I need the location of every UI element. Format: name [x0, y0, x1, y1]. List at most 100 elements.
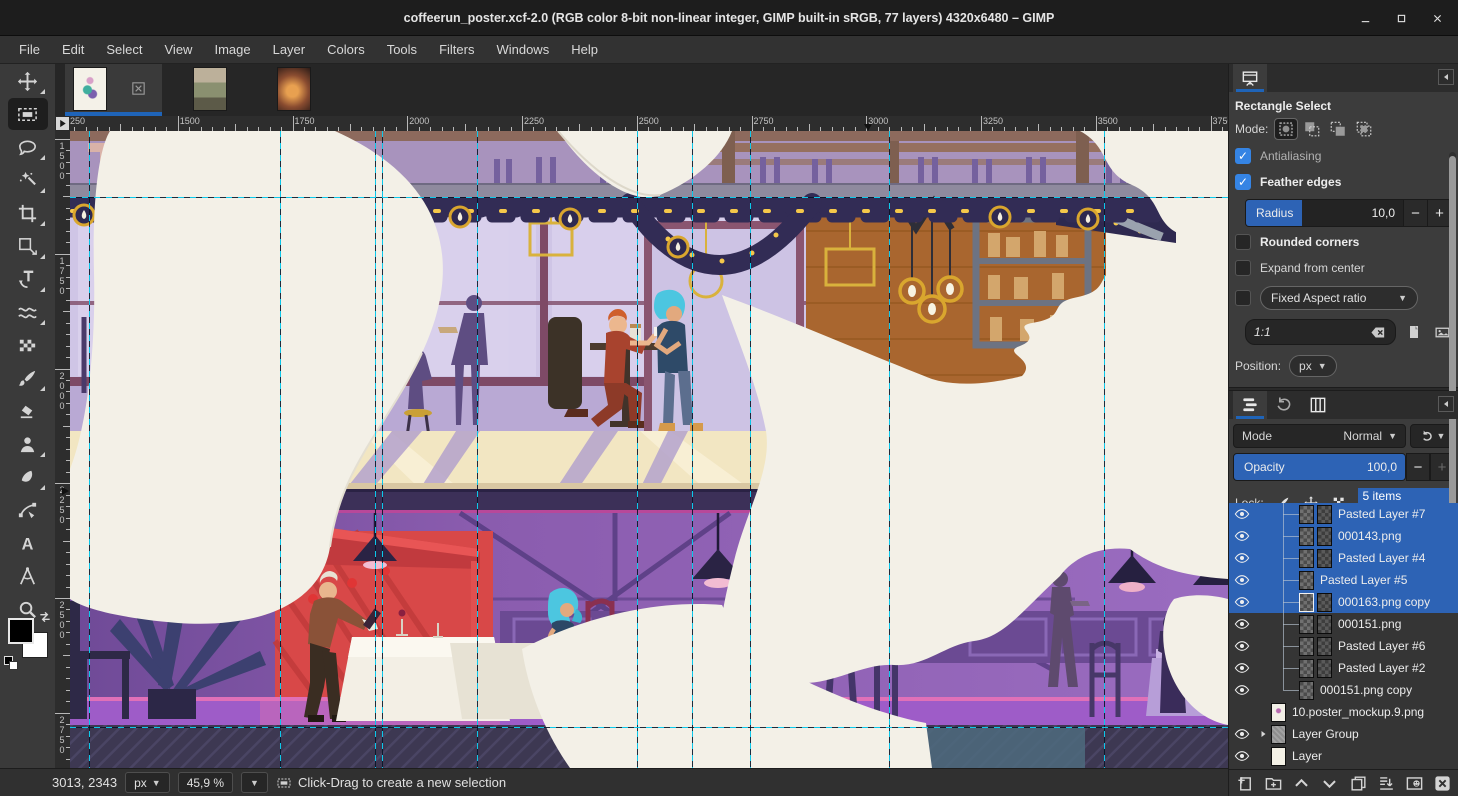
layer-row[interactable]: 10.poster_mockup.9.png [1229, 701, 1458, 723]
layer-row[interactable]: Pasted Layer #4 [1229, 547, 1458, 569]
maximize-icon[interactable] [1390, 7, 1412, 29]
select-mode-subtract[interactable] [1327, 119, 1349, 139]
delete-layer-button[interactable] [1431, 772, 1455, 794]
menu-image[interactable]: Image [203, 38, 261, 61]
tab-tool-options[interactable] [1233, 64, 1267, 92]
duplicate-layer-button[interactable] [1346, 772, 1370, 794]
expand-from-center-checkbox[interactable] [1235, 260, 1251, 276]
layer-row[interactable]: Layer [1229, 745, 1458, 767]
text-tool[interactable]: A [8, 527, 48, 559]
horizontal-ruler[interactable]: 1250150017502000225025002750300032503500… [70, 116, 1228, 131]
menu-view[interactable]: View [154, 38, 204, 61]
guide-vertical[interactable] [1104, 131, 1105, 768]
guide-horizontal[interactable] [70, 197, 1228, 198]
new-group-button[interactable] [1261, 772, 1285, 794]
blend-space-switch-button[interactable]: ▼ [1410, 424, 1454, 448]
menu-select[interactable]: Select [95, 38, 153, 61]
menu-file[interactable]: File [8, 38, 51, 61]
canvas-artwork[interactable] [70, 131, 1228, 768]
group-expander-icon[interactable] [1255, 728, 1271, 740]
layer-visibility-toggle[interactable] [1229, 660, 1255, 676]
clone-tool[interactable] [8, 428, 48, 460]
guide-vertical[interactable] [280, 131, 281, 768]
position-unit-dropdown[interactable]: px▼ [1289, 355, 1337, 377]
status-zoom-dropdown[interactable]: ▼ [241, 772, 268, 793]
rounded-corners-checkbox[interactable] [1235, 234, 1251, 250]
guide-vertical[interactable] [750, 131, 751, 768]
layer-row[interactable]: Layer Group [1229, 723, 1458, 745]
feather-edges-checkbox[interactable]: ✓ [1235, 174, 1251, 190]
layer-row[interactable]: Pasted Layer #7 [1229, 503, 1458, 525]
layer-visibility-toggle[interactable] [1229, 638, 1255, 654]
minimize-icon[interactable] [1354, 7, 1376, 29]
status-unit-dropdown[interactable]: px▼ [125, 772, 170, 793]
tab-channels[interactable] [1301, 391, 1335, 419]
swap-colors-icon[interactable] [38, 610, 52, 624]
guide-vertical[interactable] [692, 131, 693, 768]
fixed-checkbox[interactable] [1235, 290, 1251, 306]
layer-row[interactable]: Pasted Layer #6 [1229, 635, 1458, 657]
unified-transform-tool[interactable] [8, 230, 48, 262]
eraser-tool[interactable] [8, 395, 48, 427]
layer-visibility-toggle[interactable] [1229, 572, 1255, 588]
portrait-orientation-button[interactable] [1404, 322, 1424, 342]
layer-visibility-toggle[interactable] [1229, 682, 1255, 698]
status-zoom-value[interactable]: 45,9 % [178, 772, 233, 793]
layer-row[interactable]: Pasted Layer #5 [1229, 569, 1458, 591]
handle-transform-tool[interactable] [8, 263, 48, 295]
smudge-tool[interactable] [8, 461, 48, 493]
menu-tools[interactable]: Tools [376, 38, 428, 61]
warp-transform-tool[interactable] [8, 296, 48, 328]
layer-visibility-toggle[interactable] [1229, 748, 1255, 764]
layer-row[interactable]: Pasted Layer #2 [1229, 657, 1458, 679]
menu-filters[interactable]: Filters [428, 38, 485, 61]
bucket-fill-tool[interactable] [8, 329, 48, 361]
dock-collapse-button[interactable] [1438, 396, 1454, 412]
fuzzy-select-tool[interactable] [8, 164, 48, 196]
layer-row[interactable]: 000163.png copy [1229, 591, 1458, 613]
clear-input-icon[interactable] [1370, 324, 1387, 341]
move-tool[interactable] [8, 65, 48, 97]
layer-visibility-toggle[interactable] [1229, 506, 1255, 522]
layer-visibility-toggle[interactable] [1229, 550, 1255, 566]
add-mask-button[interactable] [1403, 772, 1427, 794]
vertical-ruler[interactable]: 150017502000225025002750 [55, 131, 70, 768]
canvas[interactable] [70, 131, 1228, 768]
crop-tool[interactable] [8, 197, 48, 229]
new-layer-button[interactable] [1233, 772, 1257, 794]
layer-mode-dropdown[interactable]: Mode Normal▼ [1233, 424, 1406, 448]
opacity-decrease-button[interactable]: − [1406, 453, 1430, 481]
titlebar[interactable]: coffeerun_poster.xcf-2.0 (RGB color 8-bi… [0, 0, 1458, 36]
lower-layer-button[interactable] [1318, 772, 1342, 794]
aspect-ratio-input[interactable]: 1:1 [1245, 319, 1396, 345]
fixed-aspect-dropdown[interactable]: Fixed Aspect ratio▼ [1260, 286, 1418, 310]
foreground-color-swatch[interactable] [8, 618, 34, 644]
merge-layer-button[interactable] [1374, 772, 1398, 794]
guide-vertical[interactable] [637, 131, 638, 768]
radius-decrease-button[interactable]: − [1404, 199, 1428, 227]
image-tab-storefront-photo[interactable] [185, 64, 225, 116]
guide-vertical[interactable] [889, 131, 890, 768]
opacity-slider[interactable]: Opacity 100,0 [1233, 453, 1406, 481]
menu-edit[interactable]: Edit [51, 38, 95, 61]
paths-tool[interactable] [8, 494, 48, 526]
guide-vertical[interactable] [382, 131, 383, 768]
select-mode-add[interactable] [1301, 119, 1323, 139]
image-tab-cafe-interior-photo[interactable] [269, 64, 309, 116]
default-colors-icon[interactable] [4, 656, 20, 672]
raise-layer-button[interactable] [1290, 772, 1314, 794]
paintbrush-tool[interactable] [8, 362, 48, 394]
ruler-origin-button[interactable] [55, 116, 70, 131]
close-icon[interactable] [1426, 7, 1448, 29]
tab-close-icon[interactable] [130, 80, 147, 102]
layer-row[interactable]: 000151.png [1229, 613, 1458, 635]
menu-colors[interactable]: Colors [316, 38, 376, 61]
select-mode-intersect[interactable] [1353, 119, 1375, 139]
dock-collapse-button[interactable] [1438, 69, 1454, 85]
tab-undo-history[interactable] [1267, 391, 1301, 419]
layer-visibility-toggle[interactable] [1229, 616, 1255, 632]
menu-help[interactable]: Help [560, 38, 609, 61]
radius-slider[interactable]: Radius 10,0 [1245, 199, 1404, 227]
layer-row[interactable]: 000151.png copy [1229, 679, 1458, 701]
select-mode-replace[interactable] [1275, 119, 1297, 139]
